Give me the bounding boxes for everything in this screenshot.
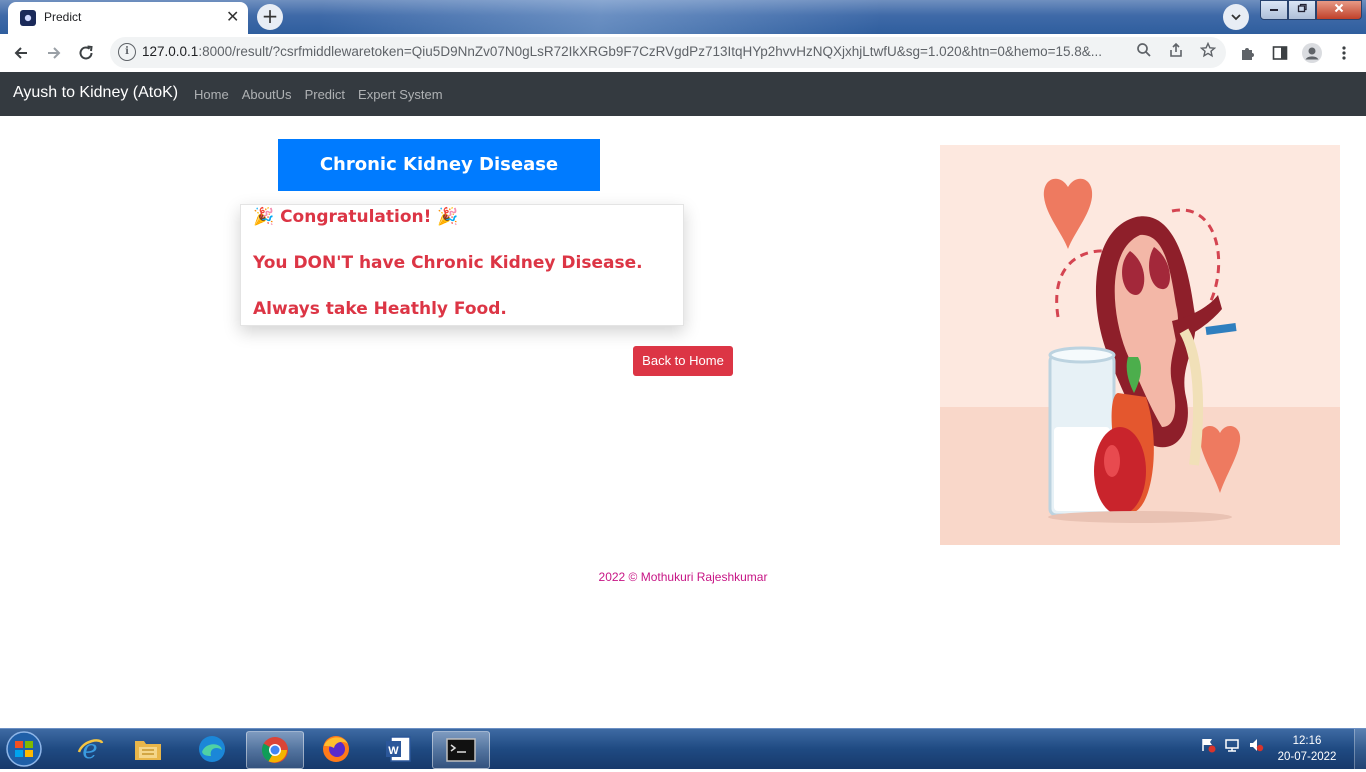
back-to-home-button[interactable]: Back to Home (633, 346, 733, 376)
taskbar-file-explorer[interactable] (120, 731, 176, 767)
back-nav-button[interactable] (9, 41, 33, 65)
windows-start-icon (6, 731, 42, 767)
close-window-button[interactable] (1316, 0, 1362, 20)
svg-text:W: W (388, 745, 399, 757)
zoom-button[interactable] (1134, 42, 1154, 62)
taskbar-chrome[interactable] (246, 731, 304, 769)
taskbar-internet-explorer[interactable]: e (62, 731, 118, 767)
avatar-icon (1302, 43, 1322, 63)
result-message: You DON'T have Chronic Kidney Disease. (253, 253, 643, 273)
chevron-down-icon (1231, 14, 1241, 21)
show-desktop-button[interactable] (1354, 729, 1366, 769)
windows-taskbar: e W 12:16 20-07-2022 (0, 728, 1366, 769)
minimize-button[interactable] (1260, 0, 1288, 20)
nav-link-expert-system[interactable]: Expert System (358, 87, 443, 102)
restore-icon (1297, 3, 1307, 13)
share-icon (1170, 42, 1182, 57)
site-navbar: Ayush to Kidney (AtoK) Home AboutUs Pred… (0, 72, 1366, 116)
forward-nav-button[interactable] (42, 41, 66, 65)
internet-explorer-icon: e (77, 735, 104, 764)
site-info-icon[interactable]: i (118, 43, 136, 61)
arrow-right-icon (48, 47, 61, 59)
tab-search-button[interactable] (1223, 4, 1249, 30)
tab-title: Predict (44, 10, 82, 24)
bookmark-button[interactable] (1198, 41, 1218, 62)
start-button[interactable] (2, 730, 46, 768)
star-icon (1199, 41, 1217, 58)
url-path: :8000/result/?csrfmiddlewaretoken=Qiu5D9… (198, 44, 1103, 59)
share-button[interactable] (1166, 42, 1186, 62)
network-icon[interactable] (1224, 737, 1240, 753)
nav-link-predict[interactable]: Predict (305, 87, 345, 102)
site-favicon-icon (20, 10, 36, 26)
nav-links: Home AboutUs Predict Expert System (194, 87, 443, 102)
taskbar-command-prompt[interactable] (432, 731, 490, 769)
side-panel-icon (1272, 46, 1288, 60)
nav-link-aboutus[interactable]: AboutUs (242, 87, 292, 102)
browser-titlebar: Predict ✕ + (0, 0, 1366, 34)
minimize-icon (1270, 9, 1278, 11)
edge-icon (199, 736, 225, 762)
more-vert-icon (1342, 46, 1346, 60)
browser-tab[interactable]: Predict ✕ (8, 2, 248, 34)
action-center-icon[interactable] (1200, 737, 1216, 753)
new-tab-button[interactable]: + (257, 4, 283, 30)
browser-menu-button[interactable] (1332, 41, 1356, 65)
result-advice: Always take Heathly Food. (253, 299, 507, 319)
folder-icon (135, 741, 161, 760)
search-icon (1137, 43, 1151, 57)
extensions-button[interactable] (1236, 41, 1260, 65)
speaker-muted-icon (1250, 739, 1264, 752)
puzzle-icon (1242, 48, 1254, 60)
address-bar[interactable]: i 127.0.0.1:8000/result/?csrfmiddlewaret… (110, 37, 1226, 68)
network-icon-glyph (1225, 739, 1239, 752)
side-panel-button[interactable] (1268, 41, 1292, 65)
taskbar-edge[interactable] (184, 731, 240, 767)
close-icon (1334, 3, 1344, 13)
profile-button[interactable] (1300, 41, 1324, 65)
clock-date: 20-07-2022 (1277, 751, 1337, 763)
window-controls (1260, 0, 1362, 20)
firefox-icon (323, 736, 349, 762)
word-icon: W (386, 736, 411, 762)
volume-icon[interactable] (1248, 737, 1264, 753)
taskbar-firefox[interactable] (308, 731, 364, 767)
kidney-health-illustration (940, 145, 1340, 545)
tab-close-icon[interactable]: ✕ (226, 8, 239, 26)
arrow-left-icon (14, 47, 27, 59)
url-host: 127.0.0.1 (142, 44, 199, 59)
result-congratulation: 🎉 Congratulation! 🎉 (253, 207, 459, 227)
reload-button[interactable] (74, 41, 98, 65)
system-clock[interactable]: 12:16 20-07-2022 (1272, 733, 1342, 765)
terminal-icon (446, 738, 476, 762)
result-card: 🎉 Congratulation! 🎉 You DON'T have Chron… (240, 204, 684, 326)
chrome-icon (261, 737, 288, 763)
site-footer: 2022 © Mothukuri Rajeshkumar (598, 570, 768, 584)
flag-alert-icon (1202, 739, 1216, 753)
clock-time: 12:16 (1292, 735, 1322, 747)
reload-icon (79, 45, 93, 60)
nav-link-home[interactable]: Home (194, 87, 229, 102)
site-brand[interactable]: Ayush to Kidney (AtoK) (13, 84, 178, 102)
browser-toolbar: i 127.0.0.1:8000/result/?csrfmiddlewaret… (0, 34, 1366, 73)
page-heading: Chronic Kidney Disease Prediction (278, 139, 600, 227)
taskbar-word[interactable]: W (370, 731, 426, 767)
url-text: 127.0.0.1:8000/result/?csrfmiddlewaretok… (142, 44, 1126, 59)
restore-button[interactable] (1288, 0, 1316, 20)
